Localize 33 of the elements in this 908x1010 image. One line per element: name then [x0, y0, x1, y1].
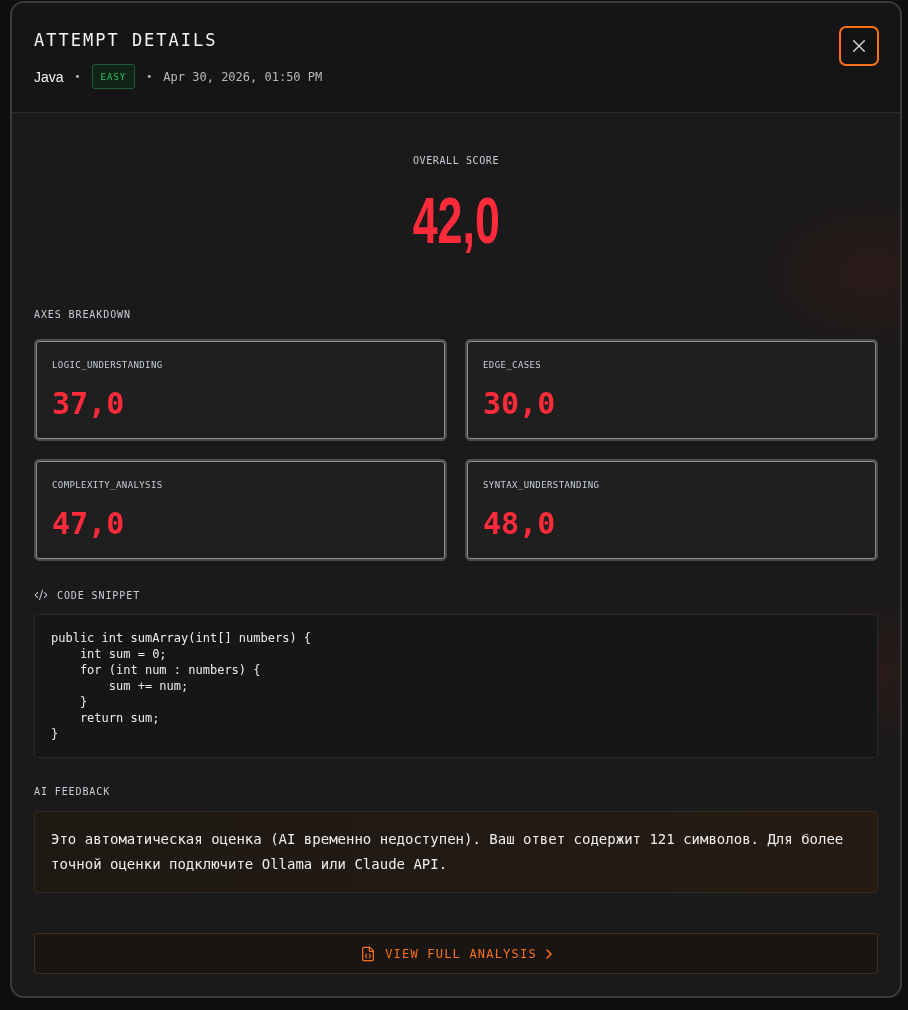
code-line: } [51, 726, 59, 742]
separator-dot: • [74, 71, 81, 82]
code-line: for (int num : numbers) { [78, 662, 261, 678]
axis-name: LOGIC_UNDERSTANDING [52, 359, 164, 371]
modal-title: ATTEMPT DETAILS [34, 29, 219, 51]
code-line: return sum; [78, 710, 160, 726]
section-title: CODE SNIPPET [57, 588, 141, 602]
axis-name: SYNTAX_UNDERSTANDING [483, 479, 601, 491]
difficulty-badge: EASY [91, 64, 136, 89]
close-button[interactable] [839, 26, 879, 66]
chevron-right-icon [545, 948, 552, 959]
axis-score: 47,0 [52, 506, 126, 542]
code-line: sum += num; [107, 678, 189, 694]
axis-name: COMPLEXITY_ANALYSIS [52, 479, 164, 491]
feedback-text: Это автоматическая оценка (AI временно недоступен). Ваш ответ содержит 121 символов. Для более точной оценки подключите Ollama или Claude API. [51, 830, 845, 874]
axis-name: EDGE_CASES [483, 359, 543, 371]
attempt-date: Apr 30, 2026, 01:50 PM [163, 69, 323, 84]
language-label: Java [34, 68, 64, 85]
code-icon [34, 588, 48, 602]
code-line: } [78, 694, 88, 710]
axis-score: 37,0 [52, 386, 126, 422]
close-icon [853, 40, 865, 52]
axis-score: 30,0 [483, 386, 557, 422]
section-title: AXES BREAKDOWN [34, 308, 132, 321]
file-code-icon [360, 945, 377, 962]
separator-dot: • [146, 71, 153, 82]
overall-score-value: 42,0 [412, 189, 500, 253]
view-analysis-button[interactable]: VIEW FULL ANALYSIS [34, 933, 878, 974]
axis-score: 48,0 [483, 506, 557, 542]
code-line: public int sumArray(int[] numbers) { [51, 630, 312, 646]
section-title: AI FEEDBACK [34, 785, 112, 798]
overall-score-label: OVERALL SCORE [412, 154, 500, 167]
code-line: int sum = 0; [78, 646, 167, 662]
